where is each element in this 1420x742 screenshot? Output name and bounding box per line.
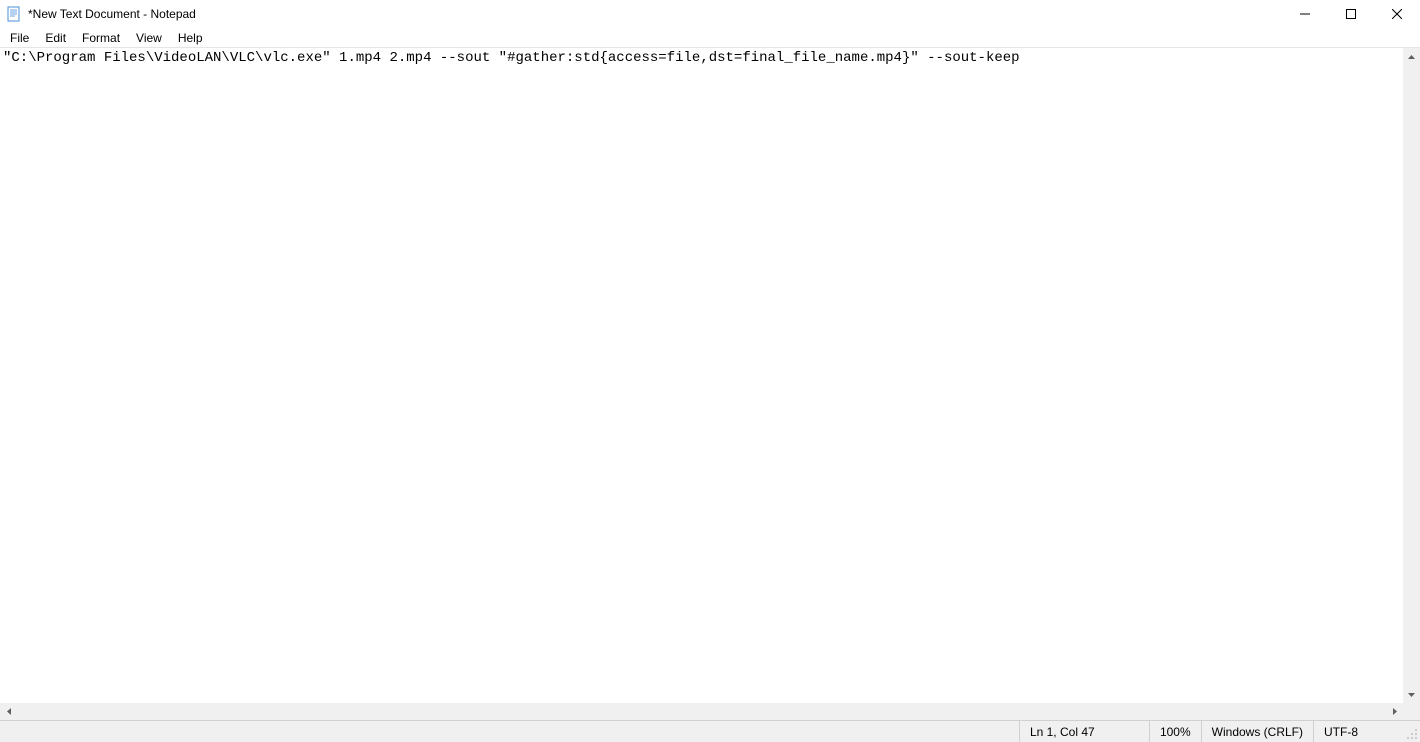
scroll-down-arrow-icon[interactable] <box>1403 686 1420 703</box>
scroll-left-arrow-icon[interactable] <box>0 703 17 720</box>
menu-format[interactable]: Format <box>74 29 128 47</box>
status-cursor-position: Ln 1, Col 47 <box>1019 721 1149 742</box>
scroll-up-arrow-icon[interactable] <box>1403 48 1420 65</box>
status-encoding: UTF-8 <box>1313 721 1403 742</box>
menubar: File Edit Format View Help <box>0 28 1420 48</box>
vertical-scroll-track[interactable] <box>1403 65 1420 686</box>
horizontal-scrollbar[interactable] <box>0 703 1420 720</box>
minimize-button[interactable] <box>1282 0 1328 28</box>
scroll-right-arrow-icon[interactable] <box>1386 703 1403 720</box>
maximize-button[interactable] <box>1328 0 1374 28</box>
menu-help[interactable]: Help <box>170 29 211 47</box>
scrollbar-corner <box>1403 703 1420 720</box>
horizontal-scroll-track[interactable] <box>17 703 1386 720</box>
window-title: *New Text Document - Notepad <box>28 7 1282 21</box>
menu-edit[interactable]: Edit <box>37 29 74 47</box>
status-line-ending: Windows (CRLF) <box>1201 721 1313 742</box>
vertical-scrollbar[interactable] <box>1403 48 1420 703</box>
notepad-icon <box>6 6 22 22</box>
editor-container <box>0 48 1420 703</box>
text-editor[interactable] <box>0 48 1403 703</box>
resize-grip-icon[interactable] <box>1403 721 1420 742</box>
titlebar: *New Text Document - Notepad <box>0 0 1420 28</box>
status-zoom: 100% <box>1149 721 1201 742</box>
statusbar: Ln 1, Col 47 100% Windows (CRLF) UTF-8 <box>0 720 1420 742</box>
menu-file[interactable]: File <box>2 29 37 47</box>
menu-view[interactable]: View <box>128 29 170 47</box>
window-controls <box>1282 0 1420 28</box>
close-button[interactable] <box>1374 0 1420 28</box>
